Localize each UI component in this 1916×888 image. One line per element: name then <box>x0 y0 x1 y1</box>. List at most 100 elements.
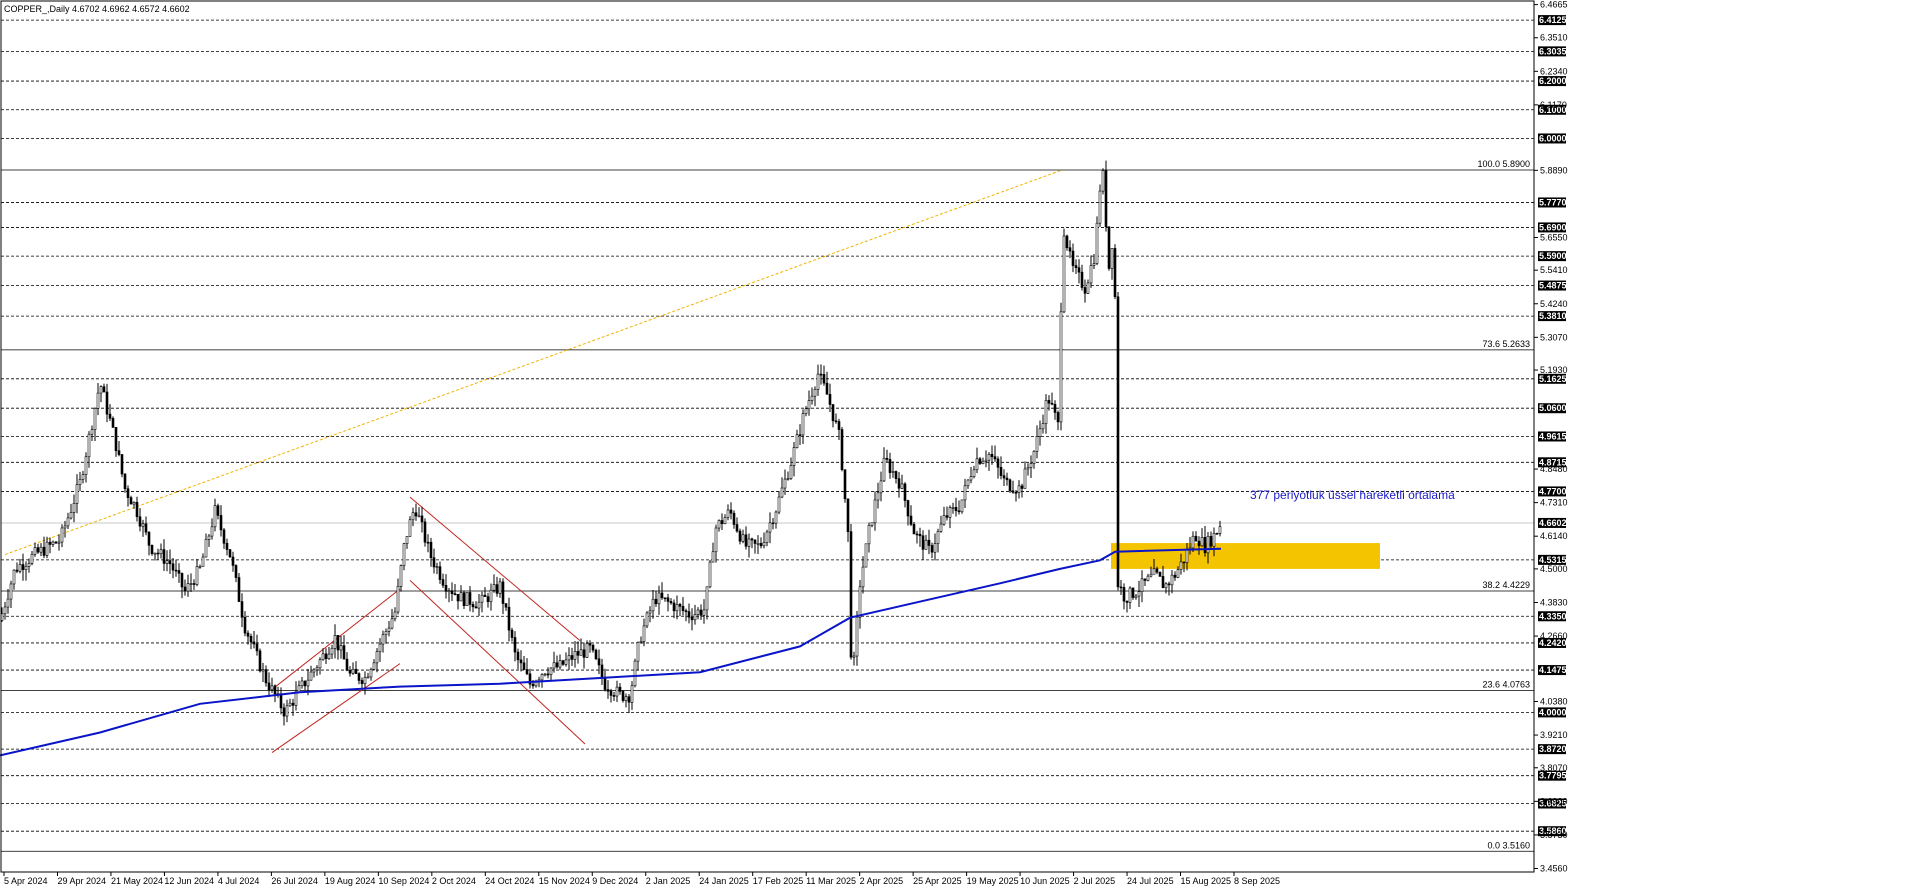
candle-body <box>753 539 757 544</box>
candle-body <box>975 458 979 471</box>
x-tick-label: 24 Jul 2025 <box>1127 876 1174 886</box>
candle-body <box>1038 428 1042 437</box>
candle-body <box>1215 533 1219 535</box>
candle-body <box>273 685 277 695</box>
candle-body <box>570 655 574 660</box>
candle-body <box>549 667 553 675</box>
candle-body <box>795 434 799 448</box>
candle-body <box>1206 536 1210 554</box>
candle-body <box>153 552 157 555</box>
candle-body <box>690 616 694 621</box>
candle-body <box>252 641 256 645</box>
x-tick-label: 12 Jun 2024 <box>164 876 214 886</box>
candle-body <box>93 408 97 430</box>
candle-body <box>582 649 586 658</box>
candle-body <box>480 594 484 603</box>
candle-body <box>708 561 712 588</box>
candle-body <box>450 590 454 594</box>
candle-body <box>201 556 205 567</box>
candle-body <box>177 570 181 574</box>
candle-body <box>87 433 91 458</box>
candle-body <box>645 612 649 627</box>
candle-body <box>1116 296 1120 588</box>
candle-body <box>1191 535 1195 549</box>
candle-body <box>387 627 391 632</box>
candle-body <box>882 457 886 482</box>
x-tick-label: 21 May 2024 <box>111 876 163 886</box>
candle-body <box>474 606 478 609</box>
candle-body <box>840 429 844 470</box>
candle-body <box>906 500 910 517</box>
chart-root: 100.0 5.8900 73.6 5.2633 38.2 4.4229 23.6 4… <box>0 0 1916 888</box>
candle-body <box>69 512 73 519</box>
candle-body <box>318 659 322 669</box>
candle-body <box>426 541 430 544</box>
candle-body <box>1218 526 1222 534</box>
candle-body <box>1086 282 1090 294</box>
candle-body <box>1083 287 1087 294</box>
candle-body <box>834 420 838 423</box>
candle-body <box>744 534 748 547</box>
candle-body <box>384 631 388 636</box>
candle-body <box>333 635 337 649</box>
candle-body <box>672 602 676 612</box>
candle-body <box>342 645 346 660</box>
candle-body <box>711 551 715 563</box>
candle-body <box>210 526 214 537</box>
candle-body <box>978 458 982 464</box>
candle-body <box>357 673 361 681</box>
candle-body <box>759 543 763 547</box>
y-tick-label: 6.3035 <box>1539 46 1567 56</box>
candle-body <box>1041 423 1045 430</box>
candle-body <box>108 413 112 419</box>
candle-body <box>1014 492 1018 494</box>
y-tick-label: 5.4240 <box>1540 299 1568 309</box>
candle-body <box>510 629 514 638</box>
x-tick-label: 19 May 2025 <box>967 876 1019 886</box>
candle-body <box>45 541 49 556</box>
candle-body <box>1023 468 1027 489</box>
candle-body <box>39 546 43 553</box>
candle-body <box>741 534 745 542</box>
candle-body <box>684 610 688 613</box>
candle-body <box>405 536 409 545</box>
candle-body <box>369 668 373 678</box>
candle-body <box>30 553 34 564</box>
candle-body <box>1134 595 1138 598</box>
candle-body <box>300 680 304 687</box>
candle-body <box>234 565 238 578</box>
price-chart[interactable]: 100.0 5.8900 73.6 5.2633 38.2 4.4229 23.6 4… <box>0 0 1916 888</box>
candle-body <box>57 541 61 544</box>
candle-body <box>192 583 196 585</box>
candle-body <box>579 649 583 656</box>
candle-body <box>936 531 940 544</box>
candle-body <box>723 517 727 525</box>
candle-body <box>360 680 364 685</box>
candle-body <box>228 549 232 558</box>
candle-body <box>729 509 733 514</box>
candle-body <box>1164 583 1168 589</box>
candle-body <box>456 594 460 602</box>
y-tick-label: 4.9615 <box>1539 431 1567 441</box>
x-tick-label: 11 Mar 2025 <box>806 876 856 886</box>
ema-annotation: 377 periyotluk üssel hareketli ortalama <box>1250 488 1455 502</box>
y-tick-label: 5.3070 <box>1540 332 1568 342</box>
candle-body <box>1128 587 1132 603</box>
candle-body <box>996 458 1000 468</box>
candle-body <box>501 581 505 604</box>
x-tick-label: 4 Jul 2024 <box>218 876 260 886</box>
candle-body <box>504 603 508 608</box>
candle-body <box>1179 561 1183 570</box>
candle-body <box>765 531 769 543</box>
candle-body <box>249 635 253 643</box>
candle-body <box>555 662 559 668</box>
candle-body <box>948 507 952 518</box>
fib-label: 38.2 4.4229 <box>1482 580 1530 590</box>
candle-body <box>297 685 301 693</box>
y-tick-label: 5.3810 <box>1539 311 1567 321</box>
candle-body <box>102 386 106 393</box>
candle-body <box>1194 535 1198 542</box>
candle-body <box>732 512 736 525</box>
candle-body <box>1110 248 1114 269</box>
candle-body <box>1011 490 1015 493</box>
